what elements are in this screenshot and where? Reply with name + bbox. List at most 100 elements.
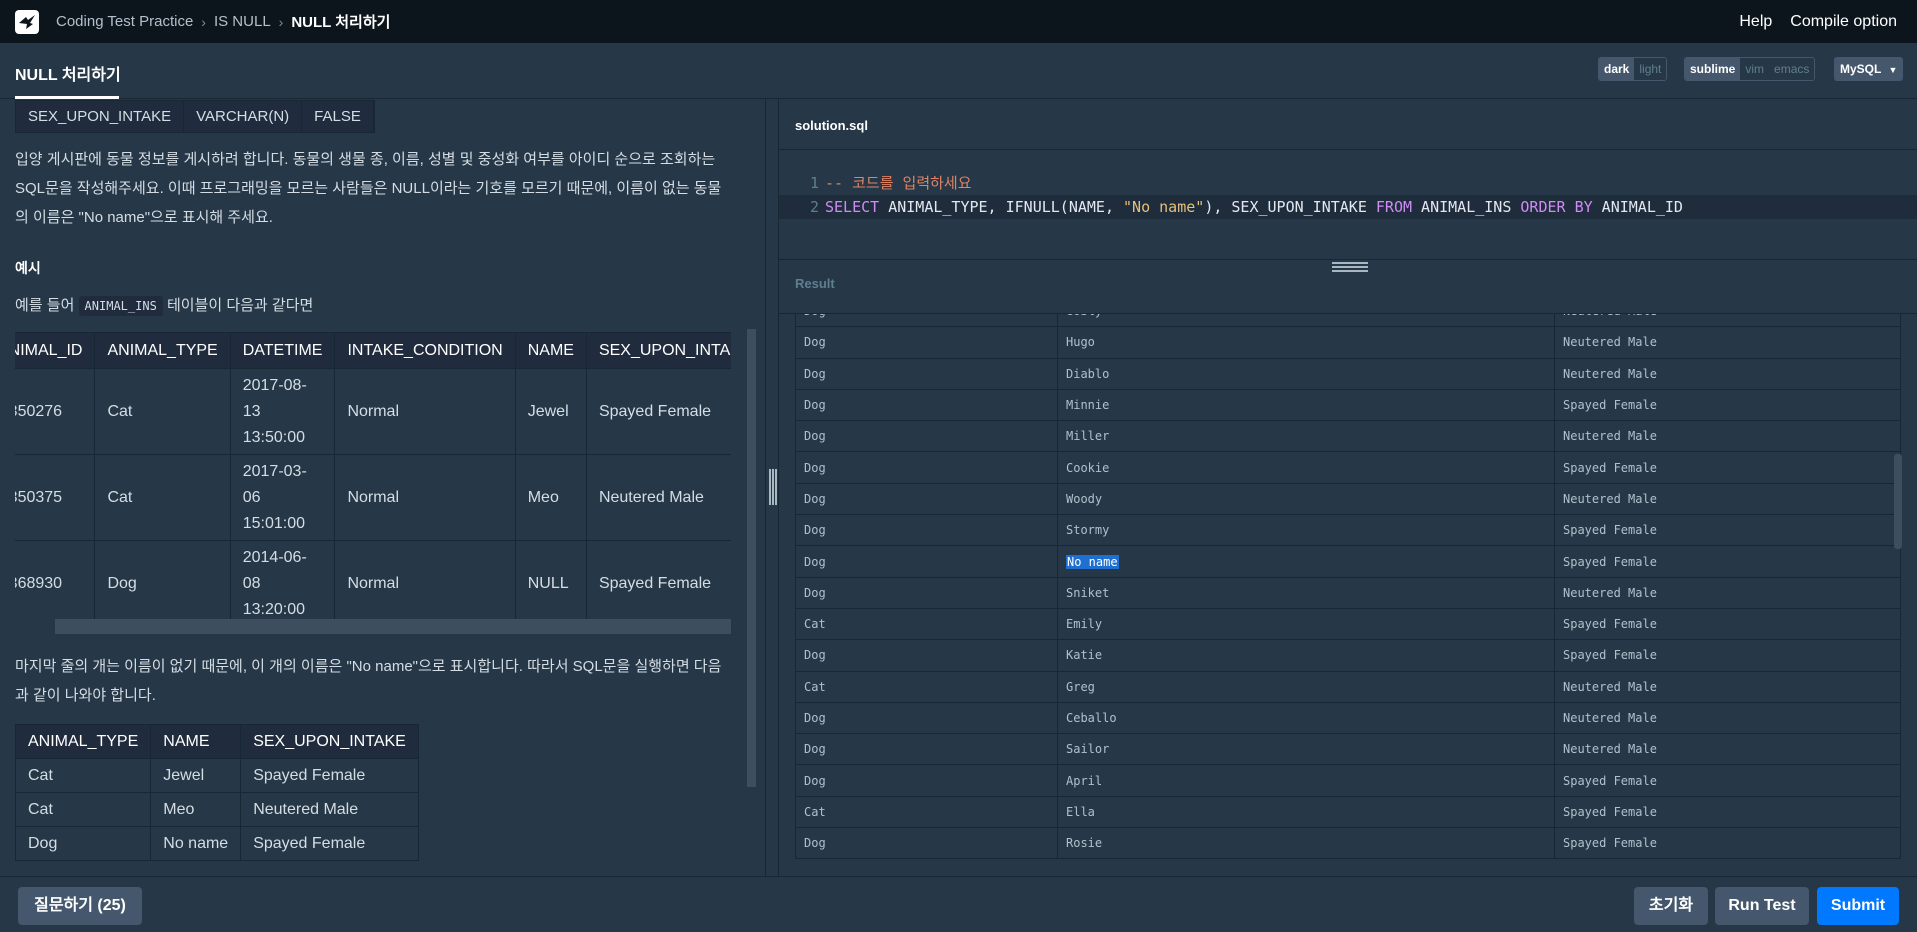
code-line-2[interactable]: 2 SELECT ANIMAL_TYPE, IFNULL(NAME, "No na… <box>779 195 1917 219</box>
result-cell: Dog <box>795 389 1058 421</box>
result-cell: Dog <box>795 828 1058 859</box>
table-name-code: ANIMAL_INS <box>78 296 163 316</box>
sql-text: ANIMAL_INS <box>1412 198 1521 216</box>
keymap-vim-option[interactable]: vim <box>1740 58 1770 80</box>
result-cell: Spayed Female <box>1555 608 1901 640</box>
submit-button[interactable]: Submit <box>1817 887 1899 925</box>
result-cell: Spayed Female <box>1555 828 1901 859</box>
result-row: Dog Minnie Spayed Female <box>795 389 1901 422</box>
table-cell: 2017-08-13 13:50:00 <box>229 368 336 455</box>
help-link[interactable]: Help <box>1739 13 1772 31</box>
keymap-sublime-option[interactable]: sublime <box>1685 58 1741 80</box>
sql-space <box>1566 198 1575 216</box>
result-cell: April <box>1058 765 1555 796</box>
result-row: Dog April Spayed Female <box>795 765 1901 797</box>
result-cell: Dog <box>795 702 1058 734</box>
sql-keyword: FROM <box>1375 198 1413 216</box>
result-cell: Minnie <box>1058 389 1555 421</box>
breadcrumb-is-null[interactable]: IS NULL <box>214 13 271 30</box>
sql-keyword: SELECT <box>825 198 880 216</box>
result-cell: Neutered Male <box>1555 734 1901 765</box>
top-navigation-bar: Coding Test Practice › IS NULL › NULL 처리… <box>0 0 1917 43</box>
sql-string: "No name" <box>1123 198 1205 216</box>
table-horizontal-scrollbar[interactable] <box>15 619 731 634</box>
result-cell: Ella <box>1058 796 1555 828</box>
code-comment: -- 코드를 입력하세요 <box>825 174 972 192</box>
result-row: Dog Miller Neutered Male <box>795 421 1901 453</box>
result-cell: Cat <box>795 671 1058 702</box>
language-select-value: MySQL <box>1840 62 1882 76</box>
result-cell: Emily <box>1058 608 1555 640</box>
resize-handle-icon[interactable] <box>1332 262 1368 272</box>
panel-splitter[interactable] <box>765 99 779 876</box>
result-cell: Dog <box>795 327 1058 358</box>
result-cell: Dog <box>795 546 1058 577</box>
result-cell: Dog <box>795 421 1058 452</box>
problem-description-panel[interactable]: SEX_UPON_INTAKE VARCHAR(N) FALSE 입양 게시판에… <box>0 99 765 876</box>
ask-question-button[interactable]: 질문하기 (25) <box>18 887 142 925</box>
result-cell: Sniket <box>1058 577 1555 608</box>
sql-text: ANIMAL_ID <box>1592 198 1683 216</box>
result-cell: Katie <box>1058 640 1555 671</box>
result-cell: Spayed Female <box>1555 640 1901 671</box>
result-cell: Rosie <box>1058 828 1555 859</box>
theme-light-option[interactable]: light <box>1634 58 1667 80</box>
logo-icon[interactable] <box>15 9 39 34</box>
keymap-emacs-option[interactable]: emacs <box>1769 58 1815 80</box>
result-row: Cat Greg Neutered Male <box>795 671 1901 703</box>
table-cell: Jewel <box>150 758 242 793</box>
table-cell: Dog <box>94 540 231 619</box>
run-test-button[interactable]: Run Test <box>1715 887 1809 925</box>
result-rows: DogGoblyNeutered Male DogHugoNeutered Ma… <box>795 314 1901 860</box>
panel-vertical-scrollbar[interactable] <box>747 329 756 787</box>
drag-handle-icon[interactable] <box>769 469 777 505</box>
table-cell: Spayed Female <box>585 368 731 455</box>
result-cell: Cat <box>795 608 1058 640</box>
sql-keyword: BY <box>1574 198 1593 216</box>
example-table-container[interactable]: ANIMAL_ID ANIMAL_TYPE DATETIME INTAKE_CO… <box>15 332 731 619</box>
result-cell: Neutered Male <box>1555 358 1901 389</box>
result-cell: Neutered Male <box>1555 483 1901 515</box>
theme-toggle: dark light <box>1598 57 1668 81</box>
schema-cell: SEX_UPON_INTAKE <box>16 101 185 132</box>
reset-button[interactable]: 초기화 <box>1634 887 1708 925</box>
selected-text[interactable]: No name <box>1066 554 1119 569</box>
chevron-right-icon: › <box>278 13 284 30</box>
result-cell: Spayed Female <box>1555 546 1901 577</box>
table-row: A350375 Cat 2017-03-06 15:01:00 Normal M… <box>15 454 731 541</box>
file-tab[interactable]: solution.sql <box>795 118 868 133</box>
table-header-row: ANIMAL_TYPE NAME SEX_UPON_INTAKE <box>14 724 419 759</box>
table-header-cell: ANIMAL_TYPE <box>14 724 152 759</box>
result-cell: Hugo <box>1058 327 1555 358</box>
compile-option-link[interactable]: Compile option <box>1790 13 1897 31</box>
table-header-cell: ANIMAL_TYPE <box>94 332 231 369</box>
example-heading: 예시 <box>15 260 41 276</box>
result-cell: Spayed Female <box>1555 515 1901 546</box>
table-cell: A368930 <box>15 540 96 619</box>
result-cell: Spayed Female <box>1555 796 1901 828</box>
sql-text: ), SEX_UPON_INTAKE <box>1204 198 1376 216</box>
code-line-1[interactable]: 1 -- 코드를 입력하세요 <box>779 171 972 195</box>
table-row: Cat Jewel Spayed Female <box>14 758 419 793</box>
table-cell: A350375 <box>15 454 96 541</box>
table-cell: Dog <box>14 826 152 861</box>
breadcrumb-coding-test-practice[interactable]: Coding Test Practice <box>56 13 193 30</box>
result-row: Dog Diablo Neutered Male <box>795 358 1901 390</box>
table-cell: NULL <box>514 540 587 619</box>
result-row: Dog Katie Spayed Female <box>795 640 1901 672</box>
language-select[interactable]: MySQL ▼ <box>1834 57 1903 81</box>
table-header-cell: SEX_UPON_INTAKE <box>585 332 731 369</box>
result-row: Dog Cookie Spayed Female <box>795 452 1901 484</box>
editor-panel: solution.sql 1 -- 코드를 입력하세요 2 SELECT ANIMA… <box>779 99 1917 876</box>
result-vertical-scrollbar[interactable] <box>1894 454 1902 549</box>
table-cell: No name <box>150 826 242 861</box>
result-cell: Neutered Male <box>1555 314 1901 327</box>
problem-description: 입양 게시판에 동물 정보를 게시하려 합니다. 동물의 생물 종, 이름, 성… <box>15 151 722 226</box>
result-table[interactable]: DogGoblyNeutered Male DogHugoNeutered Ma… <box>795 314 1901 864</box>
table-cell: Spayed Female <box>240 826 419 861</box>
theme-dark-option[interactable]: dark <box>1599 58 1635 80</box>
result-cell: Stormy <box>1058 515 1555 546</box>
table-cell: Meo <box>150 792 242 827</box>
result-cell: Neutered Male <box>1555 577 1901 608</box>
scrollbar-thumb[interactable] <box>55 619 731 634</box>
